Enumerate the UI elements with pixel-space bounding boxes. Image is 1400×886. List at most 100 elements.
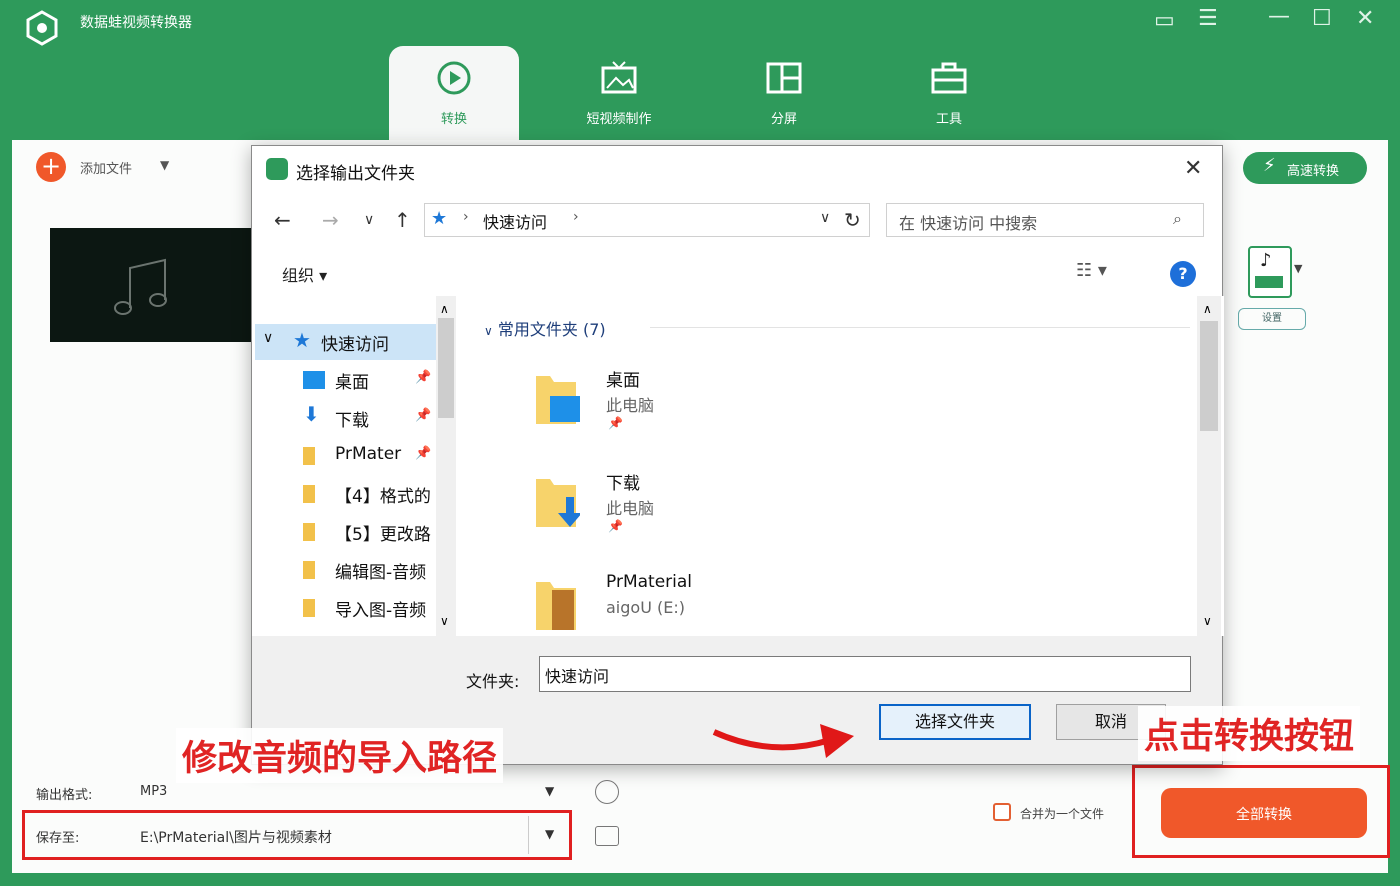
group-header-label: 常用文件夹 (7) bbox=[497, 320, 606, 339]
pin-icon: 📌 bbox=[415, 446, 432, 461]
close-app-icon[interactable]: ✕ bbox=[1356, 6, 1374, 31]
file-location: 此电脑 bbox=[606, 499, 655, 518]
maximize-icon[interactable]: ☐ bbox=[1312, 6, 1332, 31]
address-text: 快速访问 bbox=[483, 213, 548, 232]
menu-icon[interactable]: ☰ bbox=[1198, 6, 1218, 31]
help-icon[interactable]: ? bbox=[1170, 261, 1196, 287]
scroll-down-icon[interactable]: ∨ bbox=[1203, 614, 1212, 628]
tree-scrollbar-thumb[interactable] bbox=[438, 318, 454, 418]
tree-item-quick-access[interactable]: ∨ ★ 快速访问 bbox=[255, 324, 440, 360]
file-name: PrMaterial bbox=[606, 572, 693, 592]
refresh-icon[interactable]: ↻ bbox=[844, 208, 861, 232]
group-header[interactable]: ∨ 常用文件夹 (7) bbox=[484, 316, 606, 340]
address-chevron-icon[interactable]: › bbox=[573, 209, 579, 225]
open-folder-icon[interactable] bbox=[595, 826, 619, 846]
file-location: 此电脑 bbox=[606, 396, 655, 415]
navigation-tree[interactable]: ∨ ★ 快速访问 桌面 📌 ⬇ 下载 📌 PrMater 📌 【4】格式的 【5… bbox=[255, 296, 460, 636]
pin-icon: 📌 bbox=[608, 519, 623, 533]
minimize-icon[interactable]: — bbox=[1268, 4, 1290, 29]
convert-all-button[interactable]: 全部转换 bbox=[1161, 788, 1367, 838]
tree-item-label: 快速访问 bbox=[321, 335, 389, 355]
tab-tools-label: 工具 bbox=[935, 112, 962, 127]
star-icon: ★ bbox=[293, 328, 311, 352]
prmaterial-folder-icon bbox=[536, 582, 576, 630]
dialog-close-icon[interactable]: ✕ bbox=[1184, 156, 1202, 181]
folder-label: 文件夹: bbox=[466, 672, 520, 691]
tree-item-label: 编辑图-音频 bbox=[335, 563, 427, 583]
tree-item-folder[interactable]: 编辑图-音频 bbox=[255, 552, 440, 588]
music-note-icon bbox=[114, 258, 167, 315]
select-folder-button[interactable]: 选择文件夹 bbox=[879, 704, 1031, 740]
speed-convert-label: 高速转换 bbox=[1287, 164, 1340, 179]
scroll-up-icon[interactable]: ∧ bbox=[1203, 302, 1212, 316]
red-arrow-icon bbox=[712, 724, 854, 758]
add-file-dropdown-icon[interactable]: ▼ bbox=[160, 158, 169, 172]
quick-access-star-icon: ★ bbox=[431, 208, 448, 229]
address-bar[interactable]: ★ › 快速访问 › ∨ bbox=[424, 203, 870, 237]
tab-convert-label: 转换 bbox=[440, 112, 467, 127]
feedback-icon[interactable]: ▭ bbox=[1154, 8, 1175, 33]
address-dropdown-icon[interactable]: ∨ bbox=[820, 210, 830, 226]
app-title: 数据蛙视频转换器 bbox=[80, 15, 192, 31]
file-item-desktop[interactable]: 桌面 此电脑 📌 bbox=[536, 366, 916, 456]
recent-locations-icon[interactable]: ∨ bbox=[364, 212, 374, 228]
scroll-down-icon[interactable]: ∨ bbox=[440, 614, 449, 628]
expand-chevron-icon[interactable]: ∨ bbox=[263, 330, 273, 346]
folder-icon bbox=[303, 485, 315, 503]
pin-icon: 📌 bbox=[415, 408, 432, 423]
split-screen-icon bbox=[766, 62, 802, 94]
tree-item-folder[interactable]: 【4】格式的 bbox=[255, 476, 440, 512]
toolbox-icon bbox=[931, 62, 967, 94]
folder-icon bbox=[303, 523, 315, 541]
tab-convert[interactable]: 转换 bbox=[389, 46, 519, 140]
add-file-button[interactable]: 添加文件 bbox=[80, 158, 132, 177]
select-folder-dialog: 选择输出文件夹 ✕ ← → ∨ ↑ ★ › 快速访问 › ∨ ↻ 在 快速访问 … bbox=[251, 145, 1224, 765]
organize-button[interactable]: 组织 ▾ bbox=[282, 262, 327, 286]
download-icon: ⬇ bbox=[303, 402, 320, 426]
add-file-plus-icon[interactable]: + bbox=[36, 152, 66, 182]
file-list-scrollbar-thumb[interactable] bbox=[1200, 321, 1218, 431]
tree-item-folder[interactable]: 导入图-音频 bbox=[255, 590, 440, 626]
folder-input[interactable]: 快速访问 bbox=[539, 656, 1191, 692]
app-logo-icon bbox=[26, 10, 58, 46]
back-icon[interactable]: ← bbox=[274, 208, 291, 232]
pin-icon: 📌 bbox=[415, 370, 432, 385]
tab-video-maker[interactable]: 短视频制作 bbox=[554, 46, 684, 140]
address-chevron-icon: › bbox=[463, 209, 469, 225]
tree-item-folder[interactable]: PrMater 📌 bbox=[255, 438, 440, 474]
mp3-format-icon[interactable]: ♪ bbox=[1248, 246, 1292, 298]
scroll-up-icon[interactable]: ∧ bbox=[440, 302, 449, 316]
video-maker-icon bbox=[601, 61, 637, 94]
search-input[interactable]: 在 快速访问 中搜索 ⌕ bbox=[886, 203, 1204, 237]
search-placeholder: 在 快速访问 中搜索 bbox=[899, 214, 1038, 233]
download-folder-icon bbox=[536, 479, 580, 527]
folder-icon bbox=[303, 561, 315, 579]
file-item-downloads[interactable]: 下载 此电脑 📌 bbox=[536, 469, 916, 559]
save-path-select[interactable]: E:\PrMaterial\图片与视频素材 bbox=[140, 827, 332, 847]
file-item-prmaterial[interactable]: PrMaterial aigoU (E:) bbox=[536, 572, 916, 636]
file-location: aigoU (E:) bbox=[606, 598, 685, 617]
merge-checkbox[interactable] bbox=[993, 803, 1011, 821]
output-format-dropdown-icon[interactable]: ▼ bbox=[545, 784, 554, 798]
output-format-label: 输出格式: bbox=[36, 788, 93, 803]
media-thumbnail[interactable] bbox=[50, 228, 260, 342]
tab-tools[interactable]: 工具 bbox=[884, 46, 1014, 140]
save-path-dropdown-icon[interactable]: ▼ bbox=[545, 827, 554, 841]
speed-convert-button[interactable]: ⚡ 高速转换 bbox=[1243, 152, 1367, 184]
tree-item-label: 【4】格式的 bbox=[335, 487, 431, 507]
up-icon[interactable]: ↑ bbox=[394, 208, 411, 232]
tree-item-folder[interactable]: 【5】更改路 bbox=[255, 514, 440, 550]
format-edit-icon[interactable] bbox=[595, 780, 619, 804]
view-options-icon[interactable]: ☷ ▾ bbox=[1076, 260, 1107, 281]
format-dropdown-icon[interactable]: ▼ bbox=[1294, 262, 1302, 275]
tree-item-desktop[interactable]: 桌面 📌 bbox=[255, 362, 440, 398]
forward-icon[interactable]: → bbox=[322, 208, 339, 232]
tab-split-screen[interactable]: 分屏 bbox=[719, 46, 849, 140]
search-icon: ⌕ bbox=[1173, 209, 1182, 228]
save-to-label: 保存至: bbox=[36, 831, 80, 846]
tree-item-downloads[interactable]: ⬇ 下载 📌 bbox=[255, 400, 440, 436]
merge-label: 合并为一个文件 bbox=[1020, 807, 1105, 821]
format-settings-button[interactable]: 设置 bbox=[1238, 308, 1306, 330]
output-format-select[interactable]: MP3 bbox=[140, 784, 167, 799]
tree-item-label: 桌面 bbox=[335, 373, 369, 393]
